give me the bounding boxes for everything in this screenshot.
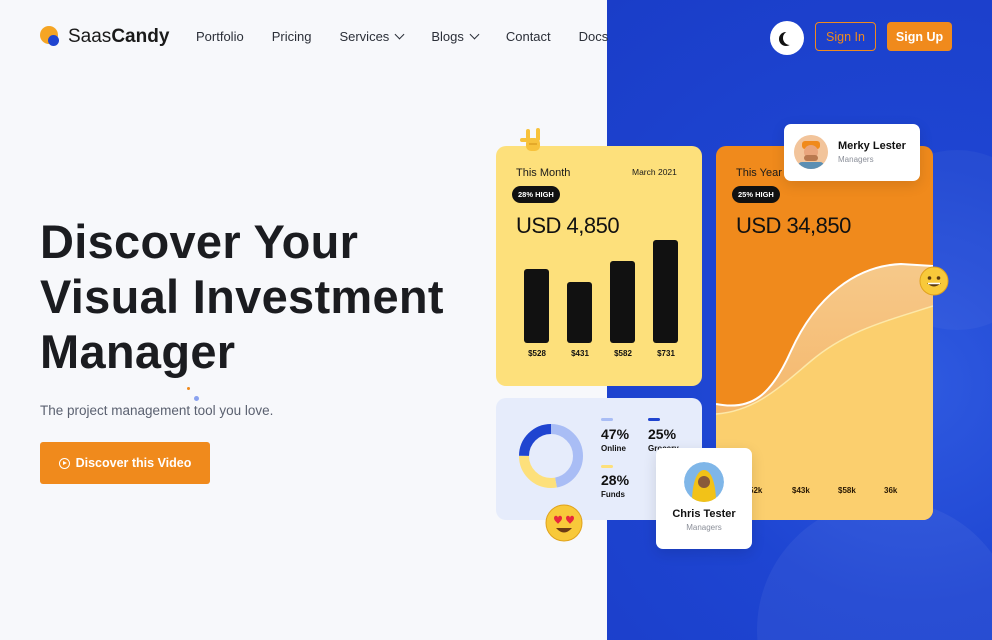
axis-label: 36k	[884, 486, 898, 495]
brand-name: SaasCandy	[68, 26, 169, 48]
nav-item-label: Pricing	[271, 29, 312, 44]
rock-hand-emoji-icon	[520, 128, 540, 151]
brand-name-light: Saas	[68, 26, 112, 47]
moon-icon	[783, 31, 797, 45]
chevron-down-icon	[469, 29, 480, 40]
nav-item-label: Docs	[578, 29, 609, 44]
decor-dot	[187, 387, 190, 390]
grinning-emoji-icon	[919, 266, 949, 296]
play-circle-icon	[58, 457, 70, 469]
hero-title-line: Discover Your	[40, 215, 359, 268]
avatar-photo-icon	[794, 135, 828, 169]
month-stats-card: This Month March 2021 28% HIGH USD 4,850…	[496, 146, 702, 386]
bar-mark	[610, 261, 635, 343]
brand-name-bold: Candy	[111, 26, 170, 47]
main-nav: Portfolio Pricing Services Blogs Contact…	[196, 29, 636, 44]
legend-swatch	[601, 465, 613, 468]
hero-subtitle: The project management tool you love.	[40, 403, 274, 418]
bar-mark	[524, 269, 549, 343]
card-title: This Month	[516, 167, 571, 179]
high-badge: 28% HIGH	[512, 186, 560, 203]
year-amount: USD 34,850	[736, 213, 851, 238]
hero-title: Discover Your Visual Investment Manager	[40, 214, 480, 379]
card-date: March 2021	[632, 167, 677, 177]
person-name: Chris Tester	[672, 508, 736, 520]
logo-mark-icon	[40, 26, 62, 48]
high-badge: 25% HIGH	[732, 186, 780, 203]
sign-up-button[interactable]: Sign Up	[887, 22, 952, 51]
bar-value-label: $431	[571, 349, 589, 358]
theme-toggle-button[interactable]	[770, 21, 804, 55]
bar-mark	[567, 282, 592, 343]
bar-value-label: $528	[528, 349, 546, 358]
stat-percent: 28%	[601, 472, 630, 488]
axis-label: $43k	[792, 486, 810, 495]
nav-item-contact[interactable]: Contact	[506, 29, 551, 44]
nav-item-services[interactable]: Services	[339, 29, 405, 44]
chevron-down-icon	[394, 29, 405, 40]
bar-value-label: $582	[614, 349, 632, 358]
bar-value-label: $731	[657, 349, 675, 358]
card-title: This Year	[736, 167, 782, 179]
nav-item-label: Contact	[505, 29, 551, 44]
bar-mark	[653, 240, 678, 343]
person-role: Managers	[838, 155, 874, 164]
stat-percent: 25%	[648, 426, 677, 442]
legend-swatch	[648, 418, 660, 421]
donut-chart	[519, 424, 583, 488]
avatar-photo-icon	[684, 462, 724, 502]
avatar	[794, 135, 828, 169]
person-role: Managers	[686, 523, 722, 532]
person-name: Merky Lester	[838, 140, 906, 152]
nav-item-label: Services	[339, 29, 390, 44]
heart-eyes-emoji-icon	[545, 504, 583, 542]
hero-title-line: Visual Investment	[40, 270, 444, 323]
brand-logo[interactable]: SaasCandy	[40, 26, 169, 48]
person-card: Merky Lester Managers	[784, 124, 920, 181]
nav-item-docs[interactable]: Docs	[579, 29, 609, 44]
person-card: Chris Tester Managers	[656, 448, 752, 549]
stat-percent: 47%	[601, 426, 630, 442]
nav-item-portfolio[interactable]: Portfolio	[196, 29, 244, 44]
month-amount: USD 4,850	[516, 213, 620, 238]
discover-video-button[interactable]: Discover this Video	[40, 442, 210, 484]
axis-label: $58k	[838, 486, 856, 495]
nav-item-pricing[interactable]: Pricing	[272, 29, 312, 44]
stat-name: Online	[601, 444, 626, 453]
stat-name: Funds	[601, 490, 625, 499]
avatar	[684, 462, 724, 502]
decor-dot	[194, 396, 199, 401]
hero-title-line: Manager	[40, 325, 236, 378]
sign-in-button[interactable]: Sign In	[815, 22, 876, 51]
nav-item-blogs[interactable]: Blogs	[431, 29, 480, 44]
nav-item-label: Blogs	[431, 29, 464, 44]
nav-item-label: Portfolio	[196, 29, 244, 44]
cta-label: Discover this Video	[75, 456, 192, 470]
legend-swatch	[601, 418, 613, 421]
